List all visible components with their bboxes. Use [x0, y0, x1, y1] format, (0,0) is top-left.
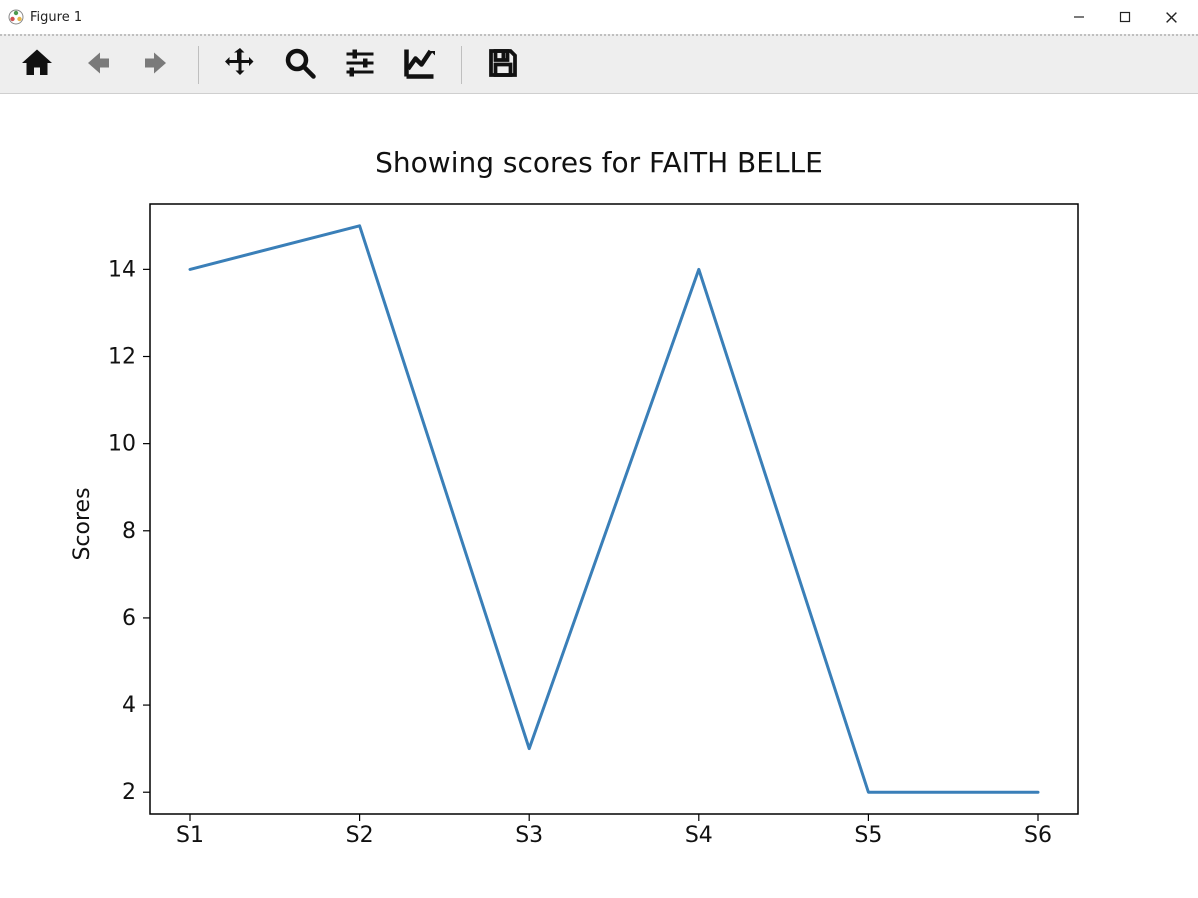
toolbar-separator — [461, 46, 462, 84]
axes-button[interactable] — [399, 44, 441, 86]
window-titlebar: Figure 1 — [0, 0, 1198, 34]
x-tick-label: S4 — [685, 823, 713, 848]
plot-area: Showing scores for FAITH BELLE Scores 24… — [0, 94, 1198, 898]
y-tick-label: 4 — [122, 693, 136, 718]
window-close-button[interactable] — [1148, 2, 1194, 32]
x-tick-label: S3 — [515, 823, 543, 848]
chart-line-icon — [402, 45, 438, 85]
arrow-left-icon — [79, 45, 115, 85]
app-icon — [8, 9, 24, 25]
y-tick-label: 14 — [108, 257, 136, 282]
window-maximize-button[interactable] — [1102, 2, 1148, 32]
back-button[interactable] — [76, 44, 118, 86]
y-tick-label: 6 — [122, 606, 136, 631]
y-tick-label: 8 — [122, 519, 136, 544]
window-minimize-button[interactable] — [1056, 2, 1102, 32]
home-icon — [19, 45, 55, 85]
forward-button[interactable] — [136, 44, 178, 86]
save-button[interactable] — [482, 44, 524, 86]
x-tick-label: S1 — [176, 823, 204, 848]
chart-svg[interactable]: 2 4 6 8 10 12 14 S1 S2 S3 S4 S5 S6 — [0, 94, 1198, 898]
x-tick-label: S5 — [854, 823, 882, 848]
matplotlib-toolbar — [0, 34, 1198, 94]
y-tick-label: 2 — [122, 780, 136, 805]
search-icon — [282, 45, 318, 85]
save-icon — [485, 45, 521, 85]
toolbar-separator — [198, 46, 199, 84]
move-icon — [222, 45, 258, 85]
pan-button[interactable] — [219, 44, 261, 86]
sliders-icon — [342, 45, 378, 85]
y-tick-label: 12 — [108, 345, 136, 370]
subplots-button[interactable] — [339, 44, 381, 86]
data-line — [190, 226, 1038, 792]
window-title: Figure 1 — [30, 10, 82, 25]
zoom-button[interactable] — [279, 44, 321, 86]
x-tick-label: S6 — [1024, 823, 1052, 848]
home-button[interactable] — [16, 44, 58, 86]
y-tick-label: 10 — [108, 432, 136, 457]
x-tick-label: S2 — [346, 823, 374, 848]
arrow-right-icon — [139, 45, 175, 85]
